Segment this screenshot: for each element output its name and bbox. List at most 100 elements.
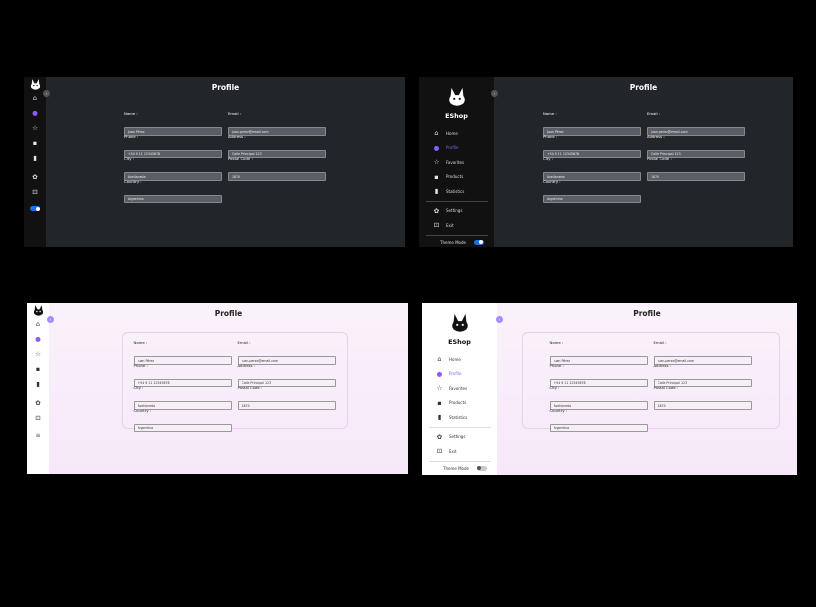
expand-sidebar-button[interactable]: ›	[43, 90, 50, 97]
address-label: Address :	[653, 362, 672, 368]
sidebar-item-exit[interactable]: ⊡ Exit	[419, 218, 494, 233]
postal-field: Postal Code :	[237, 385, 336, 411]
profile-content: Profile Name : Email : Phone : Address : Cit…	[494, 77, 793, 247]
sidebar-item-profile[interactable]: ●	[24, 106, 46, 121]
profile-form: Name : Email : Phone : Address : City : Posta…	[543, 111, 753, 204]
gear-icon: ✿	[35, 399, 41, 408]
grid-icon: ▪	[35, 365, 41, 374]
sidebar: ⌂ ● ☆ ▪ ▮ ✿ ⊡	[24, 77, 46, 247]
menu-icon[interactable]: ≡	[35, 432, 40, 439]
profile-form: Name : Email : Phone : Address : City : Posta…	[122, 332, 348, 433]
bar-chart-icon: ▮	[36, 380, 40, 389]
postal-input[interactable]	[237, 401, 336, 410]
country-field: Country :	[549, 408, 648, 434]
user-icon: ●	[436, 369, 443, 378]
country-label: Country :	[543, 178, 561, 184]
sidebar-item-label: Home	[449, 356, 461, 362]
collapse-sidebar-button[interactable]: ‹	[496, 316, 503, 323]
postal-input[interactable]	[647, 172, 745, 181]
profile-form: Name : Email : Phone : Address : City : Posta…	[124, 111, 334, 204]
sidebar-item-products[interactable]: ▪ Products	[419, 170, 494, 185]
bunny-logo	[446, 86, 468, 108]
address-label: Address :	[647, 133, 665, 139]
sidebar-item-label: Favorites	[449, 385, 468, 391]
theme-mode-label: Theme Mode	[443, 465, 469, 471]
sidebar-item-products[interactable]: ▪	[27, 362, 49, 377]
nav-primary: ⌂ ● ☆ ▪ ▮	[27, 317, 49, 392]
sidebar-item-label: Favorites	[446, 159, 465, 165]
grid-icon: ▪	[434, 172, 439, 181]
sidebar-item-home[interactable]: ⌂ Home	[419, 126, 494, 141]
star-icon: ☆	[433, 158, 440, 166]
bunny-logo	[29, 78, 42, 91]
sidebar-item-settings[interactable]: ✿	[24, 170, 46, 185]
expand-sidebar-button[interactable]: ›	[47, 316, 54, 323]
exit-icon: ⊡	[32, 188, 38, 197]
email-label: Email :	[228, 111, 242, 116]
sidebar-item-exit[interactable]: ⊡ Exit	[422, 444, 497, 459]
exit-icon: ⊡	[35, 414, 41, 423]
light-collapsed-view: ⌂●☆▪▮ ✿⊡ ≡ › Profile Name :Email :Phone …	[27, 303, 408, 474]
phone-label: Phone :	[124, 133, 139, 139]
sidebar-item-home[interactable]: ⌂ Home	[422, 352, 497, 367]
postal-label: Postal Code :	[237, 385, 263, 390]
email-label: Email :	[237, 340, 251, 345]
address-label: Address :	[237, 362, 256, 368]
postal-field: Postal Code :	[647, 156, 745, 182]
country-input[interactable]	[133, 423, 232, 433]
sidebar-item-exit[interactable]: ⊡	[24, 185, 46, 200]
sidebar-item-home[interactable]: ⌂	[27, 317, 49, 332]
sidebar-item-statistics[interactable]: ▮	[27, 377, 49, 392]
sidebar-item-label: Profile	[446, 145, 459, 151]
exit-icon: ⊡	[436, 447, 443, 455]
user-icon: ●	[433, 143, 440, 152]
sidebar-item-label: Settings	[449, 434, 466, 440]
collapse-sidebar-button[interactable]: ‹	[491, 90, 498, 97]
sidebar-item-exit[interactable]: ⊡	[27, 411, 49, 426]
theme-toggle[interactable]	[476, 465, 487, 471]
page-title: Profile	[629, 83, 658, 92]
email-label: Email :	[647, 111, 661, 116]
city-label: City :	[549, 385, 560, 390]
country-field: Country :	[133, 408, 232, 434]
sidebar-item-label: Home	[446, 130, 458, 136]
sidebar-item-label: Exit	[446, 222, 454, 228]
sidebar-item-products[interactable]: ▪	[24, 136, 46, 151]
postal-field: Postal Code :	[653, 385, 752, 411]
sidebar-item-products[interactable]: ▪ Products	[422, 396, 497, 411]
sidebar-item-profile[interactable]: ●	[27, 332, 49, 347]
city-label: City :	[543, 156, 553, 161]
brand-name: EShop	[445, 112, 468, 120]
theme-toggle[interactable]	[30, 206, 40, 211]
sidebar-item-settings[interactable]: ✿ Settings	[422, 430, 497, 445]
sidebar-item-profile[interactable]: ● Profile	[422, 367, 497, 382]
sidebar-item-label: Exit	[449, 448, 457, 454]
dark-collapsed-view: ⌂●☆▪▮ ✿⊡ › Profile Name :Email :Phone :A…	[24, 77, 405, 247]
bar-chart-icon: ▮	[437, 413, 442, 421]
postal-input[interactable]	[228, 172, 326, 181]
country-input[interactable]	[543, 194, 641, 204]
home-icon: ⌂	[437, 355, 442, 363]
user-icon: ●	[32, 109, 38, 118]
profile-content: Profile Name : Email : Phone : Address : Cit…	[46, 77, 405, 247]
sidebar-item-favorites[interactable]: ☆	[27, 347, 49, 362]
sidebar-item-profile[interactable]: ● Profile	[419, 141, 494, 156]
sidebar-item-favorites[interactable]: ☆ Favorites	[422, 381, 497, 396]
divider	[425, 200, 488, 202]
sidebar-item-statistics[interactable]: ▮ Statistics	[422, 410, 497, 425]
star-icon: ☆	[35, 350, 41, 359]
divider	[428, 460, 491, 462]
city-label: City :	[124, 156, 134, 161]
theme-toggle[interactable]	[473, 239, 484, 245]
country-input[interactable]	[549, 423, 648, 433]
country-input[interactable]	[124, 194, 222, 204]
sidebar-item-favorites[interactable]: ☆ Favorites	[419, 155, 494, 170]
sidebar-item-settings[interactable]: ✿ Settings	[419, 204, 494, 219]
postal-input[interactable]	[653, 401, 752, 410]
sidebar-item-statistics[interactable]: ▮	[24, 151, 46, 166]
postal-label: Postal Code :	[647, 156, 672, 161]
sidebar-item-label: Statistics	[449, 414, 468, 420]
sidebar-item-settings[interactable]: ✿	[27, 396, 49, 411]
sidebar-item-favorites[interactable]: ☆	[24, 121, 46, 136]
sidebar-item-statistics[interactable]: ▮ Statistics	[419, 184, 494, 199]
